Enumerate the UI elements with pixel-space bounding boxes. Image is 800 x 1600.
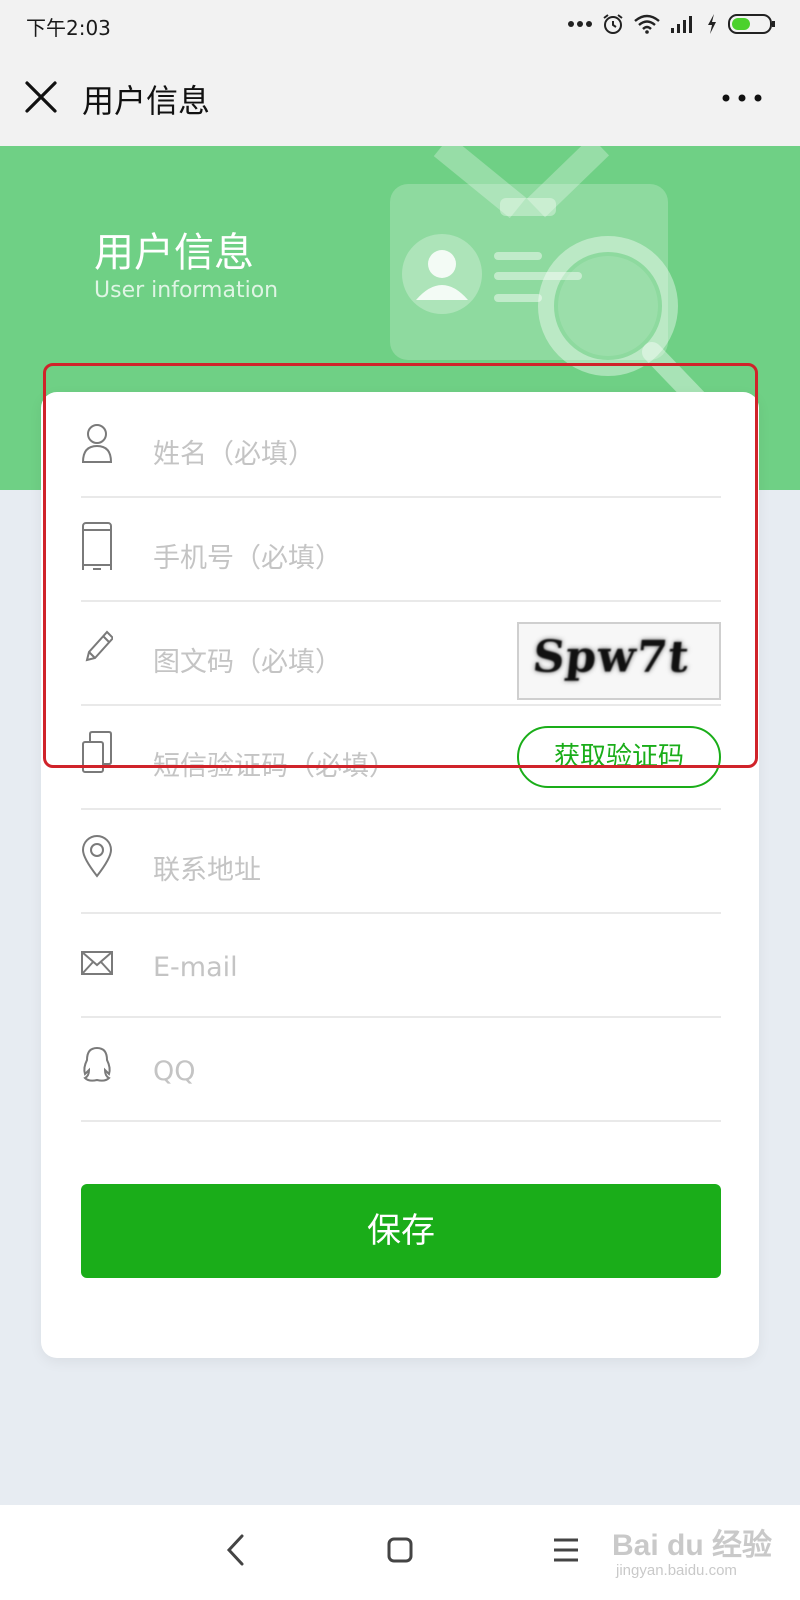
save-button[interactable]: 保存	[81, 1184, 721, 1278]
captcha-input[interactable]: 图文码（必填）	[153, 640, 342, 679]
sms-code-input[interactable]: 短信验证码（必填）	[153, 744, 396, 783]
get-sms-code-button[interactable]: 获取验证码	[517, 726, 721, 788]
phone-input[interactable]: 手机号（必填）	[153, 536, 342, 575]
user-icon	[81, 424, 113, 463]
close-button[interactable]	[22, 78, 60, 116]
copy-icon	[82, 731, 112, 773]
title-bar: 用户信息	[0, 50, 800, 146]
status-icons	[568, 12, 776, 36]
menu-icon[interactable]	[552, 1537, 580, 1563]
hero-title: 用户信息	[94, 230, 254, 276]
charging-icon	[708, 14, 716, 34]
home-icon[interactable]	[386, 1536, 414, 1564]
status-time: 下午2:03	[26, 16, 111, 40]
more-dots-icon	[568, 21, 592, 27]
phone-field-row[interactable]: 手机号（必填）	[81, 496, 721, 602]
battery-icon	[728, 14, 775, 34]
captcha-image[interactable]: Spw7t	[517, 622, 721, 700]
watermark-url: jingyan.baidu.com	[616, 1562, 737, 1579]
watermark-text: Bai du 经验	[612, 1529, 773, 1562]
user-info-form: 姓名（必填） 手机号（必填） 图文码（必填） Spw7t 短信验证码（必填） 获…	[41, 392, 759, 1358]
email-input[interactable]: E-mail	[153, 952, 238, 983]
phone-icon	[82, 522, 112, 570]
name-field-row[interactable]: 姓名（必填）	[81, 392, 721, 498]
back-icon[interactable]	[222, 1533, 250, 1567]
name-input[interactable]: 姓名（必填）	[153, 432, 315, 471]
address-input[interactable]: 联系地址	[153, 848, 261, 887]
mail-icon	[81, 951, 113, 975]
address-field-row[interactable]: 联系地址	[81, 808, 721, 914]
location-icon	[81, 835, 113, 878]
more-button[interactable]	[720, 88, 764, 108]
sms-field-row[interactable]: 短信验证码（必填） 获取验证码	[81, 704, 721, 810]
captcha-text: Spw7t	[530, 632, 693, 683]
signal-icon	[671, 16, 692, 33]
more-icon	[722, 94, 762, 102]
qq-icon	[83, 1046, 111, 1082]
captcha-field-row[interactable]: 图文码（必填） Spw7t	[81, 600, 721, 706]
baidu-jingyan-watermark: Bai du 经验 jingyan.baidu.com	[612, 1520, 782, 1586]
wifi-icon	[634, 14, 660, 34]
alarm-icon	[603, 14, 623, 34]
page-title: 用户信息	[82, 82, 211, 120]
qq-field-row[interactable]: QQ	[81, 1016, 721, 1122]
qq-input[interactable]: QQ	[153, 1056, 196, 1087]
email-field-row[interactable]: E-mail	[81, 912, 721, 1018]
status-bar: 下午2:03	[0, 0, 800, 50]
pencil-icon	[85, 630, 113, 662]
close-icon	[25, 81, 57, 113]
hero-subtitle: User information	[94, 278, 279, 303]
